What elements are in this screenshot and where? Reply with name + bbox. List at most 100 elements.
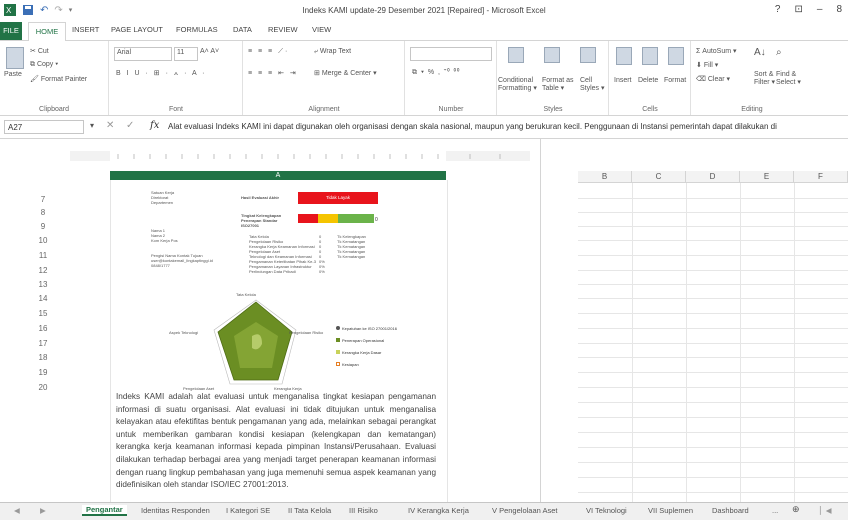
- tab-formulas[interactable]: FORMULAS: [176, 25, 218, 34]
- number-format-buttons[interactable]: ⧉ ▾ % , ⁺⁰ ⁰⁰: [412, 69, 460, 77]
- sheet-tab-pengantar[interactable]: Pengantar: [82, 505, 127, 516]
- maturity-label: Tingkat Kelengkapan Penerapan Standar IS…: [241, 213, 282, 228]
- level-label: Tk Kematangan: [337, 254, 366, 259]
- namebox-dropdown-icon[interactable]: ▾: [90, 121, 94, 130]
- sheet-tab-suplemen[interactable]: VII Suplemen: [648, 506, 693, 515]
- minimize-button[interactable]: –: [817, 4, 823, 15]
- tab-data[interactable]: DATA: [233, 25, 252, 34]
- delete-button[interactable]: Delete: [638, 77, 658, 84]
- more-sheets-button[interactable]: ...: [772, 506, 778, 515]
- autosum-button[interactable]: Σ AutoSum ▾: [696, 47, 737, 55]
- column-header-e[interactable]: E: [740, 171, 794, 183]
- row-header[interactable]: 7: [30, 195, 56, 204]
- cut-button[interactable]: ✂ Cut: [30, 47, 49, 55]
- ribbon-display-button[interactable]: ⊡: [794, 4, 802, 15]
- sheet-tab-aset[interactable]: V Pengelolaan Aset: [492, 506, 557, 515]
- font-name-select[interactable]: Arial: [114, 47, 172, 61]
- row-header[interactable]: 15: [30, 309, 56, 318]
- right-grid: B C D E F: [578, 171, 848, 502]
- row-header[interactable]: 9: [30, 222, 56, 231]
- row-header[interactable]: 19: [30, 368, 56, 377]
- tab-review[interactable]: REVIEW: [268, 25, 298, 34]
- row-header[interactable]: 16: [30, 324, 56, 333]
- paste-button[interactable]: Paste: [4, 71, 22, 78]
- grow-font-icon[interactable]: A˄ A˅: [200, 48, 219, 55]
- sheet-tab-tata-kelola[interactable]: II Tata Kelola: [288, 506, 331, 515]
- format-as-table-button[interactable]: Format as Table ▾: [542, 77, 574, 93]
- next-sheet-icon[interactable]: ▶: [40, 506, 46, 515]
- copy-button[interactable]: ⧉ Copy ▾: [30, 61, 58, 69]
- find-select-button[interactable]: Find & Select ▾: [776, 71, 801, 87]
- worksheet: A 7 8 9 10 11 12 13 14 15 16 17 18 19 20…: [0, 139, 848, 502]
- sort-filter-button[interactable]: Sort & Filter ▾: [754, 71, 775, 87]
- fill-button[interactable]: ⬇ Fill ▾: [696, 61, 718, 69]
- name-box[interactable]: A27: [4, 120, 84, 134]
- sheet-tab-kerangka[interactable]: IV Kerangka Kerja: [408, 506, 469, 515]
- new-sheet-icon[interactable]: ⊕: [792, 504, 800, 515]
- row-header[interactable]: 12: [30, 266, 56, 275]
- cell-styles-button[interactable]: Cell Styles ▾: [580, 77, 605, 93]
- sheet-tab-identitas[interactable]: Identitas Responden: [141, 506, 210, 515]
- row-header[interactable]: 20: [30, 383, 56, 392]
- find-select-icon[interactable]: ⌕: [776, 47, 782, 58]
- sort-filter-icon[interactable]: A↓: [754, 47, 766, 58]
- align-top-icons[interactable]: ≡ ≡ ≡ ⟋·: [248, 48, 289, 56]
- wrap-text-button[interactable]: ⤶ Wrap Text: [314, 48, 351, 56]
- number-format-select[interactable]: [410, 47, 492, 61]
- row-header[interactable]: 14: [30, 294, 56, 303]
- row-header[interactable]: 17: [30, 339, 56, 348]
- delete-cells-icon[interactable]: [642, 47, 658, 65]
- enter-icon[interactable]: ✓: [126, 120, 134, 131]
- sheet-tab-dashboard[interactable]: Dashboard: [712, 506, 749, 515]
- format-button[interactable]: Format: [664, 77, 686, 84]
- merge-center-button[interactable]: ⊞ Merge & Center ▾: [314, 69, 377, 77]
- intro-paragraph: Indeks KAMI adalah alat evaluasi untuk m…: [116, 392, 436, 490]
- scrollbar-handle[interactable]: ▏◀: [820, 506, 832, 515]
- row-header[interactable]: 18: [30, 353, 56, 362]
- column-header-f[interactable]: F: [794, 171, 848, 183]
- sheet-tab-kategori[interactable]: I Kategori SE: [226, 506, 270, 515]
- column-header-b[interactable]: B: [578, 171, 632, 183]
- row-header[interactable]: 10: [30, 236, 56, 245]
- conditional-formatting-icon[interactable]: [508, 47, 524, 63]
- row-header[interactable]: 8: [30, 208, 56, 217]
- clipboard-label: Clipboard: [39, 106, 69, 113]
- formula-input[interactable]: Alat evaluasi Indeks KAMI ini dapat digu…: [168, 122, 777, 131]
- insert-button[interactable]: Insert: [614, 77, 632, 84]
- column-header-c[interactable]: C: [632, 171, 686, 183]
- insert-cells-icon[interactable]: [616, 47, 632, 65]
- row-header[interactable]: 11: [30, 251, 56, 260]
- restore-button[interactable]: 8: [836, 4, 842, 15]
- format-painter-button[interactable]: 🖌 Format Painter: [30, 75, 87, 83]
- legend-label: Kepatuhan ke ISO 27001/2016: [342, 326, 397, 331]
- sheet-tab-teknologi[interactable]: VI Teknologi: [586, 506, 627, 515]
- page-layout-cell-a[interactable]: Satuan Kerja Direktorat Departemen Hasil…: [110, 180, 448, 502]
- column-header-a[interactable]: A: [110, 171, 446, 180]
- paste-icon[interactable]: [6, 47, 24, 69]
- ribbon-tabs: FILE HOME INSERT PAGE LAYOUT FORMULAS DA…: [0, 22, 848, 41]
- insert-function-icon[interactable]: fx: [150, 120, 159, 131]
- styles-label: Styles: [543, 106, 563, 113]
- font-size-select[interactable]: 11: [174, 47, 198, 61]
- tab-view[interactable]: VIEW: [312, 25, 331, 34]
- prev-sheet-icon[interactable]: ◀: [14, 506, 20, 515]
- format-cells-icon[interactable]: [668, 47, 684, 65]
- tab-insert[interactable]: INSERT: [72, 25, 99, 34]
- row-header[interactable]: 13: [30, 280, 56, 289]
- tab-page-layout[interactable]: PAGE LAYOUT: [111, 25, 163, 34]
- font-format-buttons[interactable]: B I U · ⊞ · ⟑ · A ·: [116, 69, 207, 78]
- conditional-formatting-button[interactable]: Conditional Formatting ▾: [498, 77, 537, 93]
- tab-file[interactable]: FILE: [0, 22, 22, 40]
- tab-home[interactable]: HOME: [28, 22, 66, 41]
- score-bar: Tidak Layak: [298, 192, 378, 204]
- cells-label: Cells: [642, 106, 658, 113]
- cell-styles-icon[interactable]: [580, 47, 596, 63]
- sheet-tab-risiko[interactable]: III Risiko: [349, 506, 378, 515]
- alignment-group: ≡ ≡ ≡ ⟋· ⤶ Wrap Text ≡ ≡ ≡ ⇤ ⇥ ⊞ Merge &…: [244, 41, 405, 115]
- help-button[interactable]: ?: [775, 4, 781, 15]
- format-as-table-icon[interactable]: [544, 47, 560, 63]
- column-header-d[interactable]: D: [686, 171, 740, 183]
- cancel-icon[interactable]: ✕: [106, 120, 114, 131]
- clear-button[interactable]: ⌫ Clear ▾: [696, 75, 730, 83]
- align-left-icons[interactable]: ≡ ≡ ≡ ⇤ ⇥: [248, 69, 298, 77]
